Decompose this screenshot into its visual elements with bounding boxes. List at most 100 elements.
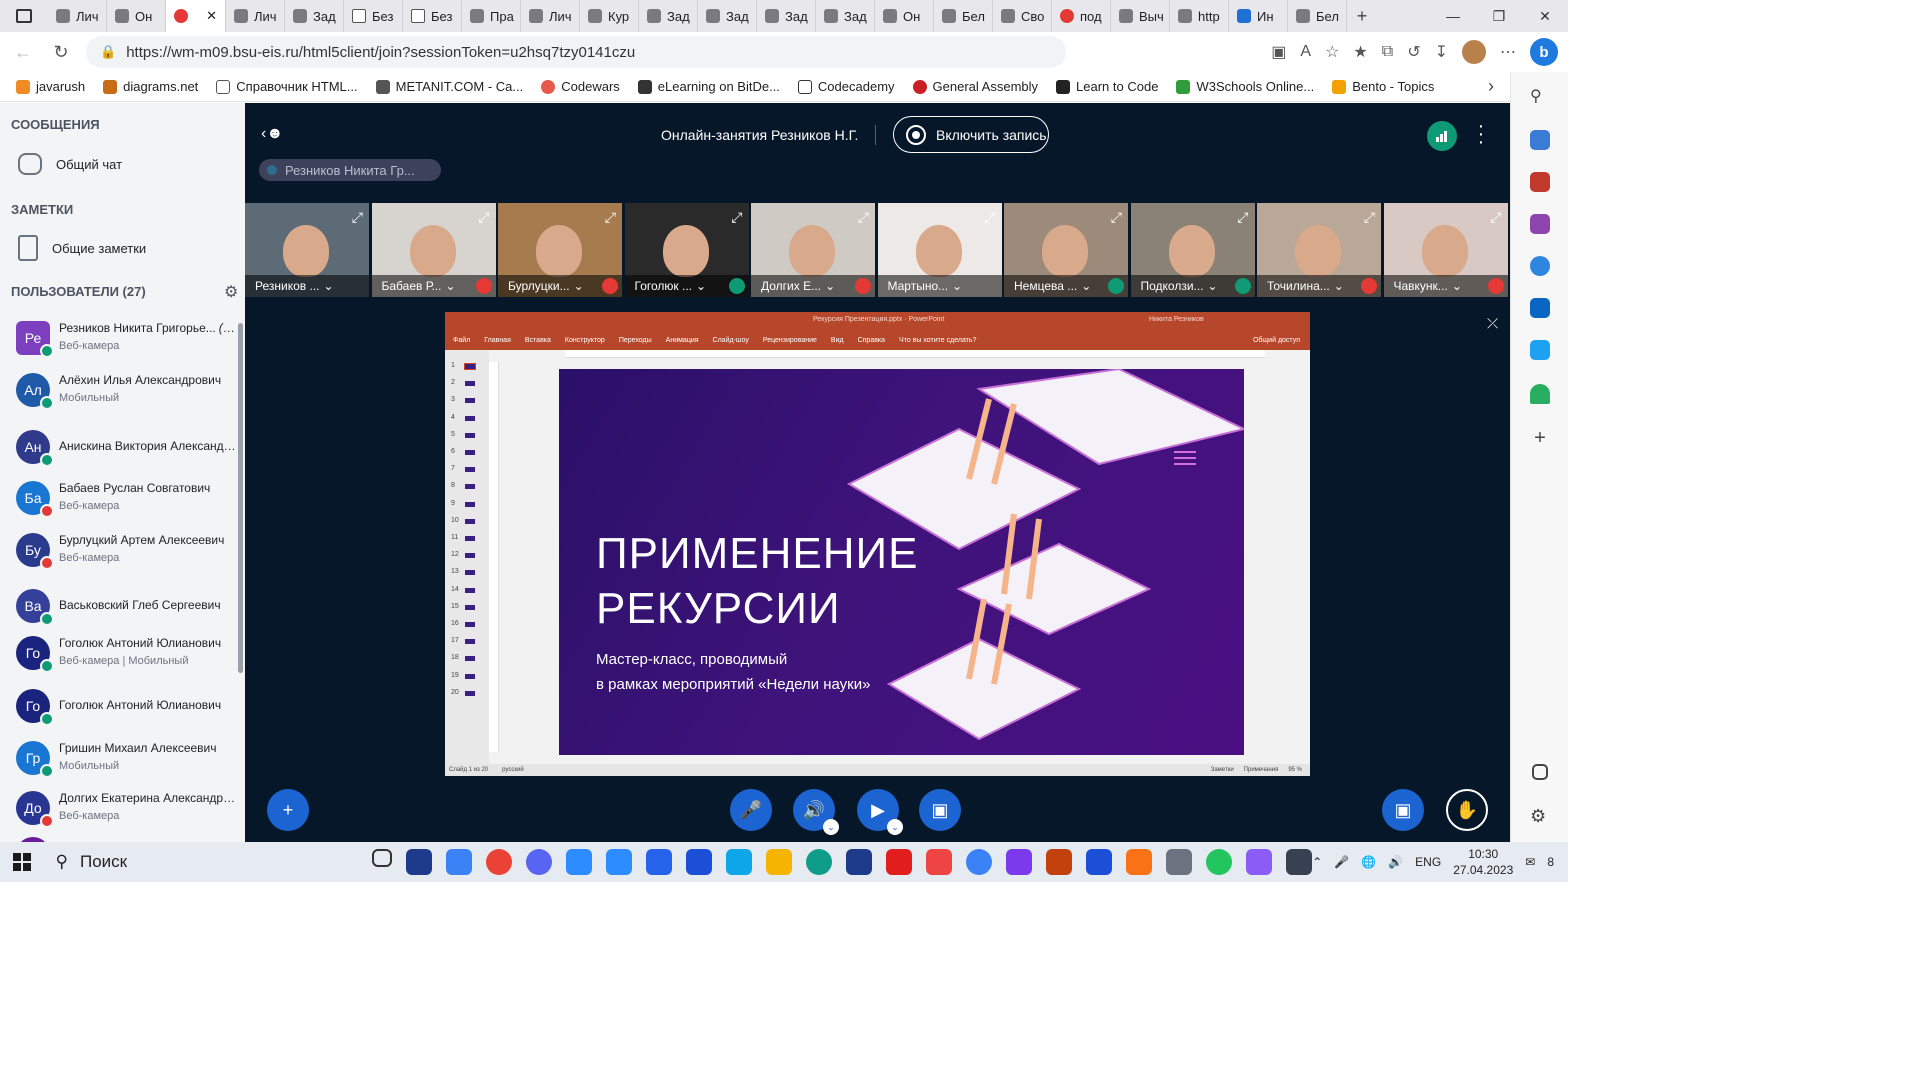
start-button[interactable]: [0, 853, 44, 871]
slide-thumbnail[interactable]: [465, 450, 475, 455]
browser-tab[interactable]: http: [1170, 0, 1229, 32]
browser-tab[interactable]: Зад: [285, 0, 344, 32]
collections-icon[interactable]: ⧉: [1382, 43, 1393, 61]
slide-thumbnail[interactable]: [465, 639, 475, 645]
user-list-item[interactable]: Гр Гришин Михаил Алексеевич Мобильный: [0, 733, 240, 785]
ribbon-tab[interactable]: Конструктор: [565, 337, 605, 344]
settings-icon[interactable]: ⚙: [1530, 806, 1550, 826]
webcam-tile[interactable]: ⤢ Резников ... ⌄: [245, 203, 369, 297]
add-icon[interactable]: +: [1530, 428, 1550, 448]
user-list-item[interactable]: Ба Бабаев Руслан Совгатович Веб-камера: [0, 473, 240, 525]
slide-thumbnail[interactable]: [465, 381, 475, 387]
slide-thumbnail[interactable]: [465, 553, 475, 559]
expand-icon[interactable]: ⤢: [1364, 209, 1375, 226]
browser-tab[interactable]: Лич: [521, 0, 580, 32]
user-list-item[interactable]: Дудкина Виктория Дмитриевна: [0, 829, 240, 842]
expand-icon[interactable]: ⤢: [352, 209, 363, 226]
exit-fullscreen-icon[interactable]: ⤫: [1487, 315, 1498, 332]
bookmark-item[interactable]: Codecademy: [797, 79, 895, 94]
reload-icon[interactable]: ↻: [48, 42, 74, 63]
close-window-button[interactable]: ✕: [1522, 8, 1568, 25]
webcam-tile[interactable]: ⤢ Бурлуцки... ⌄: [498, 203, 622, 297]
actions-plus-button[interactable]: +: [267, 789, 309, 831]
webcam-menu-chevron-icon[interactable]: ⌄: [574, 279, 584, 293]
users-scrollbar[interactable]: [238, 323, 243, 673]
slide-thumbnail[interactable]: [465, 467, 475, 473]
webcam-menu-chevron-icon[interactable]: ⌄: [1334, 279, 1344, 293]
expand-icon[interactable]: ⤢: [1490, 209, 1501, 226]
tab-actions-icon[interactable]: [0, 9, 48, 23]
hide-users-icon[interactable]: ‹☻: [261, 125, 283, 143]
slide-thumbnail[interactable]: [465, 398, 475, 404]
bookmark-item[interactable]: General Assembly: [912, 79, 1038, 94]
slide-thumbnail[interactable]: [464, 363, 476, 370]
slide-thumbnail[interactable]: [465, 690, 475, 696]
mail-icon[interactable]: [646, 849, 673, 875]
ribbon-tab[interactable]: Вставка: [525, 337, 551, 344]
store-icon[interactable]: [446, 849, 473, 875]
bookmark-item[interactable]: javarush: [16, 79, 85, 94]
ribbon-tab[interactable]: Главная: [484, 337, 511, 344]
presenter-pill[interactable]: Резников Никита Гр...: [259, 159, 441, 181]
browser-tab[interactable]: под: [1052, 0, 1111, 32]
slide-thumbnail[interactable]: [465, 484, 475, 490]
browser-tab[interactable]: Ин: [1229, 0, 1288, 32]
slide-thumbnail[interactable]: [465, 587, 475, 593]
webcam-tile[interactable]: ⤢ Долгих Е... ⌄: [751, 203, 875, 297]
ribbon-tab[interactable]: Файл: [453, 337, 470, 344]
browser-tab[interactable]: Лич: [48, 0, 107, 32]
expand-icon[interactable]: ⤢: [984, 209, 995, 226]
slide-thumbnail[interactable]: [465, 604, 475, 610]
camera-options-chevron-icon[interactable]: ⌄: [887, 819, 903, 835]
webcam-menu-chevron-icon[interactable]: ⌄: [825, 279, 835, 293]
connection-status-icon[interactable]: [1427, 121, 1457, 151]
webcam-tile[interactable]: ⤢ Точилина... ⌄: [1257, 203, 1381, 297]
ribbon-tab[interactable]: Слайд-шоу: [713, 337, 749, 344]
expand-icon[interactable]: ⤢: [1111, 209, 1122, 226]
yandex-browser-icon[interactable]: [926, 849, 953, 875]
powershell-icon[interactable]: [406, 849, 433, 875]
slide-thumbnail[interactable]: [465, 673, 475, 679]
options-menu-icon[interactable]: · · ·: [1475, 116, 1487, 152]
webcam-menu-chevron-icon[interactable]: ⌄: [696, 279, 706, 293]
bookmark-item[interactable]: diagrams.net: [103, 79, 198, 94]
user-list-item[interactable]: Ал Алёхин Илья Александрович Мобильный: [0, 365, 240, 417]
raise-hand-button[interactable]: ✋: [1446, 789, 1488, 831]
misc-icon[interactable]: [1166, 849, 1193, 875]
browser-tab[interactable]: ✕: [166, 0, 226, 32]
calculator-icon[interactable]: [1286, 849, 1313, 875]
downloads-icon[interactable]: ↧: [1435, 42, 1448, 62]
audio-button[interactable]: 🔊 ⌄: [793, 789, 839, 835]
slide-thumbnail[interactable]: [465, 415, 475, 421]
slide-thumbnail[interactable]: [465, 536, 475, 541]
chrome-beta-icon[interactable]: [966, 849, 993, 875]
clock[interactable]: 10:30 27.04.2023: [1453, 846, 1513, 878]
profile-avatar[interactable]: [1462, 40, 1486, 64]
network-icon[interactable]: 🌐: [1361, 855, 1376, 869]
save-icon[interactable]: [846, 849, 873, 875]
yandex-icon[interactable]: [886, 849, 913, 875]
restore-button[interactable]: ❐: [1476, 8, 1522, 25]
url-field[interactable]: 🔒 https://wm-m09.bsu-eis.ru/html5client/…: [86, 36, 1066, 68]
slide-thumbnail[interactable]: [465, 656, 475, 662]
taskview-icon[interactable]: [372, 849, 393, 867]
tray-mic-icon[interactable]: 🎤: [1334, 855, 1349, 869]
visual-studio-icon[interactable]: [1006, 849, 1033, 875]
webcam-tile[interactable]: ⤢ Бабаев Р... ⌄: [371, 203, 496, 297]
notifications-icon[interactable]: ✉: [1525, 855, 1535, 869]
browser-tab[interactable]: Зад: [757, 0, 816, 32]
webcam-tile[interactable]: ⤢ Подколзи... ⌄: [1130, 203, 1255, 297]
start-recording-button[interactable]: Включить запись: [893, 116, 1049, 153]
user-list-item[interactable]: Бу Бурлуцкий Артем Алексеевич Веб-камера: [0, 525, 240, 577]
tab-close-icon[interactable]: ✕: [206, 8, 217, 24]
user-list-item[interactable]: Ан Анискина Виктория Александр...: [0, 422, 240, 474]
ribbon-tab[interactable]: Что вы хотите сделать?: [899, 337, 976, 344]
webcam-tile[interactable]: ⤢ Немцева ... ⌄: [1004, 203, 1128, 297]
microsoft-365-icon[interactable]: [1530, 256, 1550, 276]
obsidian-icon[interactable]: [1246, 849, 1273, 875]
browser-tab[interactable]: Сво: [993, 0, 1052, 32]
webcam-menu-chevron-icon[interactable]: ⌄: [1208, 279, 1218, 293]
browser-tab[interactable]: Бел: [934, 0, 993, 32]
pen-icon[interactable]: [686, 849, 713, 875]
bookmark-item[interactable]: Bento - Topics: [1332, 79, 1434, 94]
